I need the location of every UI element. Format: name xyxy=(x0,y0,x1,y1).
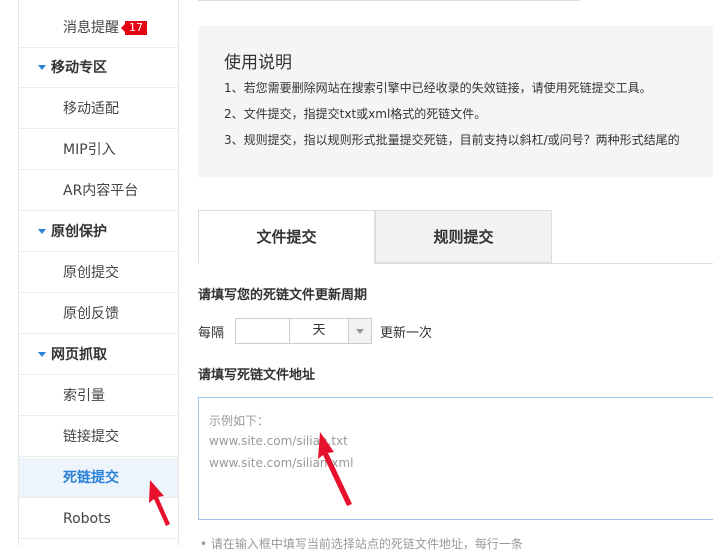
sidebar-item-label: 原创提交 xyxy=(63,265,119,281)
address-heading: 请填写死链文件地址 xyxy=(198,368,316,383)
top-divider xyxy=(198,0,580,1)
period-heading: 请填写您的死链文件更新周期 xyxy=(198,288,368,303)
sidebar-group-crawl[interactable]: 网页抓取 xyxy=(19,335,178,375)
chevron-down-icon[interactable] xyxy=(349,319,371,343)
update-label: 更新一次 xyxy=(380,326,433,341)
sidebar-item-ar-platform[interactable]: AR内容平台 xyxy=(19,171,178,211)
deadlink-url-textarea[interactable]: 示例如下： www.site.com/silian.txt www.site.c… xyxy=(198,397,713,520)
sidebar-item-link-submit[interactable]: 链接提交 xyxy=(19,417,178,457)
period-control: 天 xyxy=(235,318,372,344)
sidebar-group-label: 网页抓取 xyxy=(51,347,107,363)
annotation-arrow-icon xyxy=(149,480,170,526)
sidebar-item-label: 原创反馈 xyxy=(63,306,119,322)
sidebar-item-mobile-adapt[interactable]: 移动适配 xyxy=(19,89,178,129)
submit-tabs: 文件提交 规则提交 xyxy=(198,210,713,264)
sidebar-group-label: 原创保护 xyxy=(51,224,107,240)
sidebar-item-label: 链接提交 xyxy=(63,429,119,445)
sidebar-item-original-submit[interactable]: 原创提交 xyxy=(19,253,178,293)
sidebar: 消息提醒 17 移动专区 移动适配 MIP引入 AR内容平台 原创保护 原创提交 … xyxy=(18,0,179,546)
usage-line: 3、规则提交，指以规则形式批量提交死链，目前支持以斜杠/或问号？两种形式结尾的 xyxy=(224,133,680,147)
caret-down-icon xyxy=(38,352,46,357)
notification-count-badge: 17 xyxy=(121,21,147,35)
sidebar-item-label: AR内容平台 xyxy=(63,183,139,199)
sidebar-group-mobile[interactable]: 移动专区 xyxy=(19,48,178,88)
sidebar-item-label: 死链提交 xyxy=(63,470,119,486)
usage-panel: 使用说明 1、若您需要删除网站在搜索引擎中已经收录的失效链接，请使用死链提交工具… xyxy=(198,26,713,177)
sidebar-group-label: 移动专区 xyxy=(51,60,107,76)
sidebar-item-label: MIP引入 xyxy=(63,142,116,158)
period-input[interactable] xyxy=(236,319,290,343)
usage-title: 使用说明 xyxy=(224,53,292,73)
sidebar-item-original-feedback[interactable]: 原创反馈 xyxy=(19,294,178,334)
placeholder-line: 示例如下： xyxy=(209,414,270,428)
sidebar-item-notifications[interactable]: 消息提醒 17 xyxy=(19,8,178,48)
sidebar-item-mip[interactable]: MIP引入 xyxy=(19,130,178,170)
usage-line: 1、若您需要删除网站在搜索引擎中已经收录的失效链接，请使用死链提交工具。 xyxy=(224,81,652,95)
annotation-arrow-icon xyxy=(318,432,352,506)
period-unit-select[interactable]: 天 xyxy=(290,319,349,343)
sidebar-item-index[interactable]: 索引量 xyxy=(19,376,178,416)
sidebar-item-label: Robots xyxy=(63,511,111,527)
input-hint: • 请在输入框中填写当前选择站点的死链文件地址，每行一条 xyxy=(200,537,523,551)
sidebar-item-label: 移动适配 xyxy=(63,101,119,117)
every-label: 每隔 xyxy=(198,326,225,341)
caret-down-icon xyxy=(38,65,46,70)
usage-line: 2、文件提交，指提交txt或xml格式的死链文件。 xyxy=(224,107,487,121)
tab-file-submit[interactable]: 文件提交 xyxy=(198,210,375,264)
sidebar-item-label: 消息提醒 xyxy=(63,20,119,36)
sidebar-item-label: 索引量 xyxy=(63,388,105,404)
sidebar-group-original[interactable]: 原创保护 xyxy=(19,212,178,252)
tab-rule-submit[interactable]: 规则提交 xyxy=(375,210,552,263)
caret-down-icon xyxy=(38,229,46,234)
